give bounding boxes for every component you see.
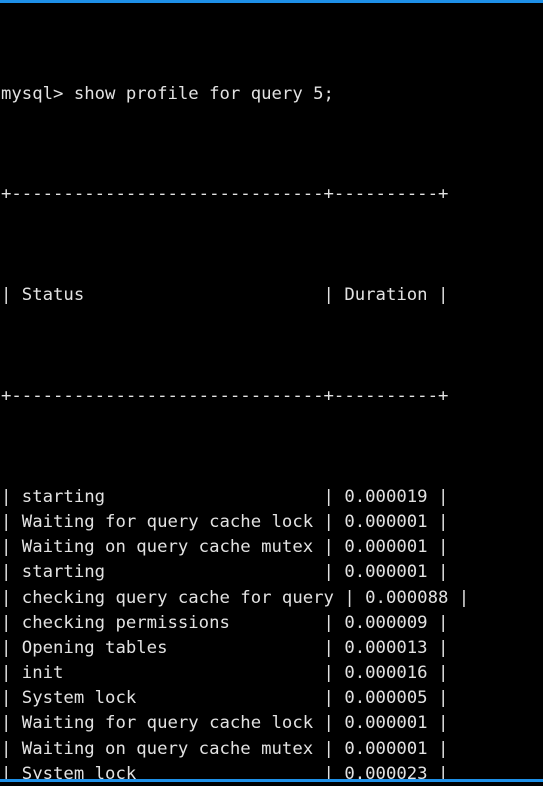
table-row: | System lock | 0.000023 | [1, 763, 449, 779]
table-row: | Waiting on query cache mutex | 0.00000… [1, 537, 449, 558]
table-row: | Waiting for query cache lock | 0.00000… [1, 511, 449, 532]
table-row: | checking permissions | 0.000009 | [1, 612, 449, 633]
terminal-output-area[interactable]: mysql> show profile for query 5; +------… [0, 3, 543, 779]
table-row: | starting | 0.000001 | [1, 562, 449, 583]
table-rule-header: +------------------------------+--------… [1, 386, 449, 406]
table-row: | init | 0.000016 | [1, 663, 449, 684]
table-body: | starting | 0.000019 | | Waiting for que… [1, 485, 543, 779]
table-row: | Waiting on query cache mutex | 0.00000… [1, 738, 449, 759]
table-rule-top: +------------------------------+--------… [1, 184, 449, 205]
table-row: | starting | 0.000019 | [1, 486, 449, 507]
command-prompt-line[interactable]: mysql> show profile for query 5; [1, 82, 543, 107]
table-row: | System lock | 0.000005 | [1, 688, 449, 709]
table-row: | checking query cache for query | 0.000… [1, 587, 470, 608]
terminal-window: mysql> show profile for query 5; +------… [0, 0, 543, 786]
table-row: | Waiting for query cache lock | 0.00000… [1, 713, 449, 734]
table-row: | Opening tables | 0.000013 | [1, 637, 449, 658]
table-header-row: | Status | Duration | [1, 285, 449, 306]
window-bottom-border [0, 779, 543, 782]
